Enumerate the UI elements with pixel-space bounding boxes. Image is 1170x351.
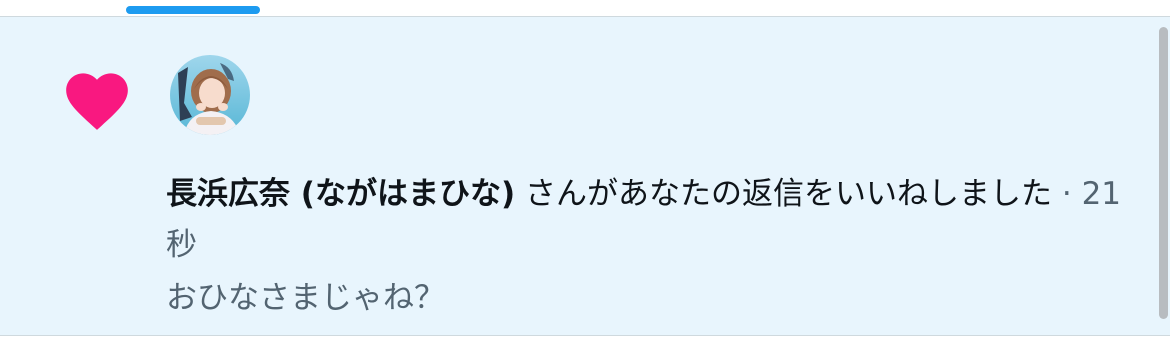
separator: · xyxy=(1052,176,1082,212)
notification-text: 長浜広奈 (ながはまひな) さんがあなたの返信をいいねしました · 21秒 xyxy=(166,169,1136,271)
tab-bar xyxy=(0,0,1170,16)
scrollbar[interactable] xyxy=(1159,27,1168,319)
active-tab-indicator xyxy=(126,6,260,14)
avatar-image xyxy=(170,55,250,135)
avatar[interactable] xyxy=(170,55,250,135)
like-notification[interactable]: 長浜広奈 (ながはまひな) さんがあなたの返信をいいねしました · 21秒 おひ… xyxy=(0,16,1170,336)
reply-preview: おひなさまじゃね？ xyxy=(166,280,445,316)
user-name-link[interactable]: 長浜広奈 (ながはまひな) xyxy=(166,176,515,212)
heart-shape xyxy=(66,73,128,130)
action-text: さんがあなたの返信をいいねしました xyxy=(515,176,1052,212)
heart-icon xyxy=(66,73,128,130)
